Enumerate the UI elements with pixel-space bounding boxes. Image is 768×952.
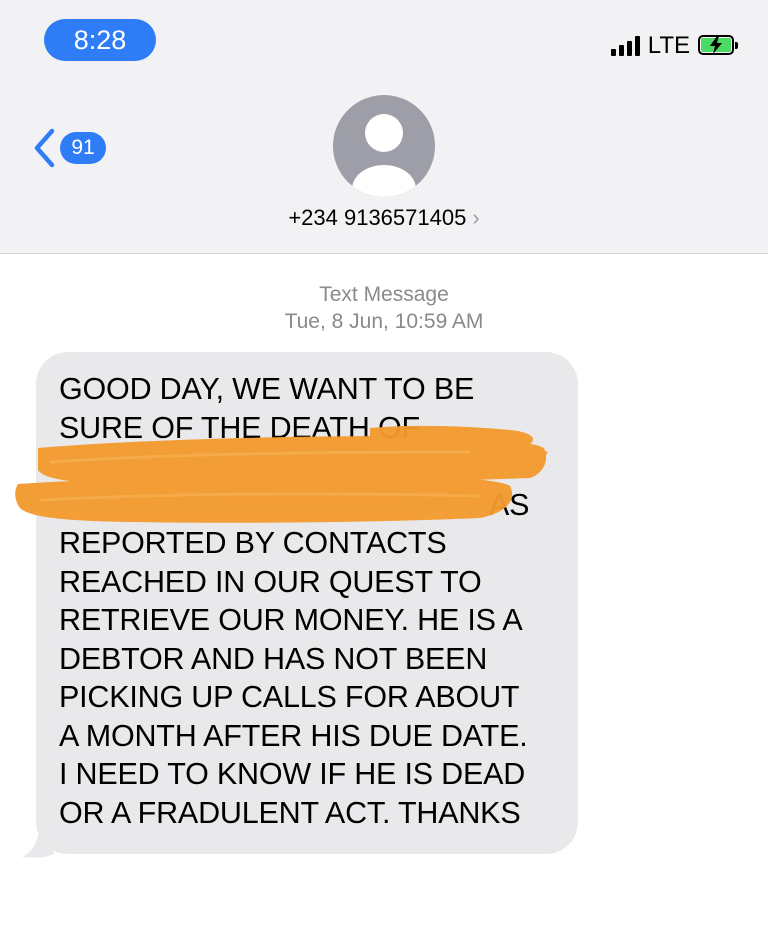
person-placeholder-icon: [352, 114, 416, 197]
message-line: I NEED TO KNOW IF HE IS DEAD: [59, 757, 526, 791]
message-timestamp: Tue, 8 Jun, 10:59 AM: [284, 310, 484, 333]
unread-count-badge: 91: [60, 132, 106, 164]
contact-avatar[interactable]: [333, 95, 435, 197]
status-time[interactable]: 8:28: [44, 19, 156, 61]
message-line: OR A FRADULENT ACT. THANKS: [59, 795, 521, 830]
message-line: A MONTH AFTER HIS DUE DATE.: [59, 718, 528, 753]
contact-phone-button[interactable]: +234 9136571405 ›: [0, 205, 768, 231]
battery-charging-icon: [698, 35, 740, 57]
chevron-left-icon: [34, 128, 55, 168]
message-line: RETRIEVE OUR MONEY. HE IS A: [59, 603, 523, 637]
back-button[interactable]: 91: [32, 124, 106, 172]
message-line: GOOD DAY, WE WANT TO BE: [59, 372, 475, 406]
chevron-right-icon: ›: [472, 205, 480, 230]
signal-icon: [610, 36, 640, 56]
redaction-scribble: [15, 425, 548, 523]
status-icons: LTE: [610, 32, 740, 60]
conversation-header: 8:28 LTE 91 +234 9136571405 ›: [0, 0, 768, 254]
contact-phone: +234 9136571405: [288, 205, 467, 230]
service-label: Text Message: [319, 283, 449, 306]
message-line: REACHED IN OUR QUEST TO: [59, 564, 482, 599]
network-type: LTE: [647, 32, 690, 59]
message-line: PICKING UP CALLS FOR ABOUT: [59, 680, 520, 714]
message-line: DEBTOR AND HAS NOT BEEN: [59, 641, 488, 676]
